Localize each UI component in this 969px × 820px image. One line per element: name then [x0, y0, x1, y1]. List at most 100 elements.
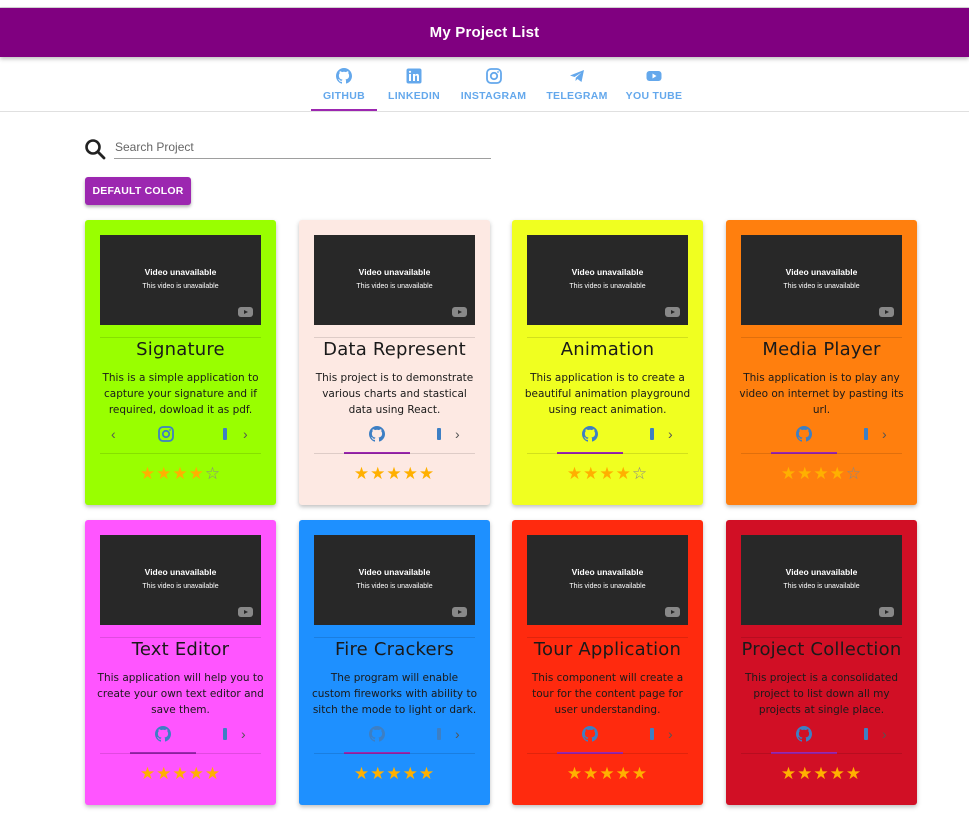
next-social-icon[interactable]	[437, 428, 441, 440]
tab-youtube[interactable]: YOU TUBE	[622, 57, 686, 111]
star-filled-icon[interactable]: ★	[583, 764, 599, 783]
tab-linkedin[interactable]: LINKEDIN	[383, 57, 445, 111]
star-rating[interactable]: ★★★★★	[85, 764, 276, 784]
chevron-right-icon[interactable]: ›	[668, 426, 673, 442]
star-rating[interactable]: ★★★★☆	[726, 464, 917, 484]
star-filled-icon[interactable]: ★	[370, 464, 386, 483]
tab-telegram[interactable]: TELEGRAM	[542, 57, 612, 111]
star-filled-icon[interactable]: ★	[403, 764, 419, 783]
youtube-logo-icon[interactable]	[452, 307, 467, 317]
video-embed[interactable]: Video unavailable This video is unavailab…	[314, 235, 475, 325]
star-filled-icon[interactable]: ★	[567, 764, 583, 783]
next-social-icon[interactable]	[650, 728, 654, 740]
star-filled-icon[interactable]: ★	[419, 464, 435, 483]
next-social-icon[interactable]	[864, 428, 868, 440]
star-filled-icon[interactable]: ★	[140, 764, 156, 783]
youtube-logo-icon[interactable]	[665, 607, 680, 617]
star-filled-icon[interactable]: ★	[830, 764, 846, 783]
tab-instagram[interactable]: INSTAGRAM	[456, 57, 531, 111]
video-embed[interactable]: Video unavailable This video is unavailab…	[100, 235, 261, 325]
star-rating[interactable]: ★★★★☆	[512, 464, 703, 484]
star-rating[interactable]: ★★★★★	[299, 764, 490, 784]
chevron-right-icon[interactable]: ›	[243, 426, 248, 442]
video-unavailable-title: Video unavailable	[144, 267, 217, 277]
star-filled-icon[interactable]: ★	[403, 464, 419, 483]
next-social-icon[interactable]	[650, 428, 654, 440]
star-filled-icon[interactable]: ★	[205, 764, 221, 783]
star-filled-icon[interactable]: ★	[797, 764, 813, 783]
star-filled-icon[interactable]: ★	[172, 464, 188, 483]
search-input[interactable]	[114, 136, 491, 159]
youtube-logo-icon[interactable]	[238, 607, 253, 617]
star-filled-icon[interactable]: ★	[781, 764, 797, 783]
github-icon[interactable]	[155, 726, 171, 742]
next-social-icon[interactable]	[864, 728, 868, 740]
video-embed[interactable]: Video unavailable This video is unavailab…	[527, 535, 688, 625]
star-filled-icon[interactable]: ★	[354, 464, 370, 483]
star-filled-icon[interactable]: ★	[781, 464, 797, 483]
star-filled-icon[interactable]: ★	[813, 464, 829, 483]
star-filled-icon[interactable]: ★	[189, 464, 205, 483]
star-filled-icon[interactable]: ★	[599, 464, 615, 483]
star-filled-icon[interactable]: ★	[632, 764, 648, 783]
tab-label: LINKEDIN	[388, 90, 440, 102]
star-filled-icon[interactable]: ★	[354, 764, 370, 783]
default-color-button[interactable]: DEFAULT COLOR	[85, 177, 191, 205]
star-filled-icon[interactable]: ★	[156, 464, 172, 483]
star-filled-icon[interactable]: ★	[616, 764, 632, 783]
star-filled-icon[interactable]: ★	[172, 764, 188, 783]
video-unavailable-message: This video is unavailable	[569, 283, 646, 290]
github-icon[interactable]	[796, 426, 812, 442]
star-empty-icon[interactable]: ☆	[632, 464, 648, 483]
next-social-icon[interactable]	[437, 728, 441, 740]
star-rating[interactable]: ★★★★★	[726, 764, 917, 784]
github-icon[interactable]	[369, 726, 385, 742]
video-embed[interactable]: Video unavailable This video is unavailab…	[741, 235, 902, 325]
tab-github[interactable]: GITHUB	[311, 57, 377, 111]
github-icon[interactable]	[796, 726, 812, 742]
video-embed[interactable]: Video unavailable This video is unavailab…	[527, 235, 688, 325]
star-filled-icon[interactable]: ★	[386, 764, 402, 783]
star-filled-icon[interactable]: ★	[830, 464, 846, 483]
github-icon[interactable]	[582, 726, 598, 742]
star-filled-icon[interactable]: ★	[797, 464, 813, 483]
star-filled-icon[interactable]: ★	[846, 764, 862, 783]
star-filled-icon[interactable]: ★	[583, 464, 599, 483]
star-filled-icon[interactable]: ★	[813, 764, 829, 783]
chevron-right-icon[interactable]: ›	[455, 726, 460, 742]
chevron-right-icon[interactable]: ›	[241, 726, 246, 742]
star-filled-icon[interactable]: ★	[386, 464, 402, 483]
divider	[527, 637, 688, 638]
star-filled-icon[interactable]: ★	[370, 764, 386, 783]
chevron-left-icon[interactable]: ‹	[111, 426, 116, 442]
star-filled-icon[interactable]: ★	[419, 764, 435, 783]
star-filled-icon[interactable]: ★	[599, 764, 615, 783]
youtube-logo-icon[interactable]	[879, 307, 894, 317]
youtube-logo-icon[interactable]	[879, 607, 894, 617]
star-filled-icon[interactable]: ★	[616, 464, 632, 483]
instagram-icon[interactable]	[158, 426, 174, 442]
star-empty-icon[interactable]: ☆	[205, 464, 221, 483]
video-embed[interactable]: Video unavailable This video is unavailab…	[100, 535, 261, 625]
star-filled-icon[interactable]: ★	[156, 764, 172, 783]
next-social-icon[interactable]	[223, 428, 227, 440]
youtube-logo-icon[interactable]	[665, 307, 680, 317]
star-rating[interactable]: ★★★★★	[299, 464, 490, 484]
star-filled-icon[interactable]: ★	[567, 464, 583, 483]
next-social-icon[interactable]	[223, 728, 227, 740]
chevron-right-icon[interactable]: ›	[882, 426, 887, 442]
star-rating[interactable]: ★★★★☆	[85, 464, 276, 484]
video-embed[interactable]: Video unavailable This video is unavailab…	[741, 535, 902, 625]
star-rating[interactable]: ★★★★★	[512, 764, 703, 784]
youtube-logo-icon[interactable]	[452, 607, 467, 617]
github-icon[interactable]	[582, 426, 598, 442]
youtube-logo-icon[interactable]	[238, 307, 253, 317]
github-icon[interactable]	[369, 426, 385, 442]
star-empty-icon[interactable]: ☆	[846, 464, 862, 483]
chevron-right-icon[interactable]: ›	[668, 726, 673, 742]
star-filled-icon[interactable]: ★	[189, 764, 205, 783]
star-filled-icon[interactable]: ★	[140, 464, 156, 483]
chevron-right-icon[interactable]: ›	[882, 726, 887, 742]
video-embed[interactable]: Video unavailable This video is unavailab…	[314, 535, 475, 625]
chevron-right-icon[interactable]: ›	[455, 426, 460, 442]
